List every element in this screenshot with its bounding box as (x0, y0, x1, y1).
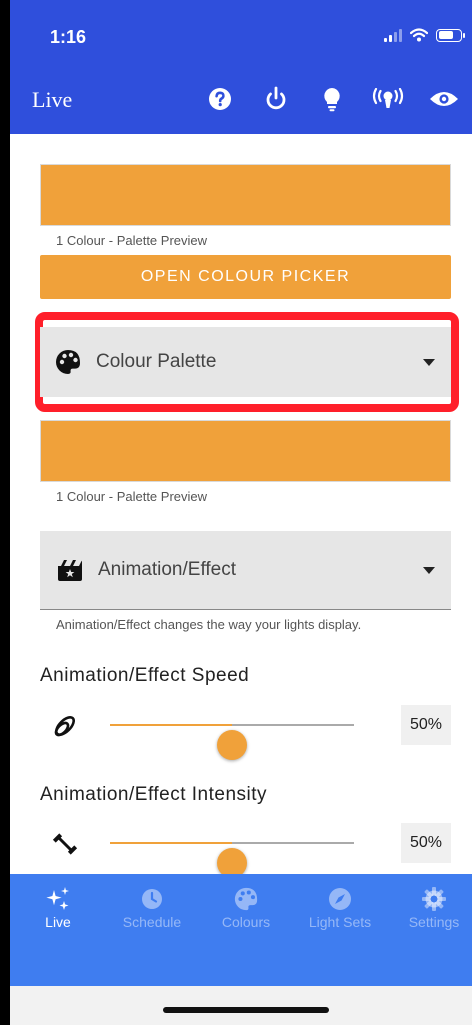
palette-preview (40, 164, 451, 226)
palette-icon (56, 350, 80, 374)
header-actions (192, 82, 472, 116)
status-time: 1:16 (50, 27, 87, 47)
power-icon (266, 86, 286, 110)
tab-light-sets[interactable]: Light Sets (295, 886, 385, 930)
speed-slider-fill (110, 724, 232, 726)
tab-label: Settings (408, 914, 460, 930)
dumbbell-icon (52, 833, 78, 855)
help-button[interactable] (192, 82, 248, 116)
app-header: 1:16 Live (10, 0, 472, 134)
intensity-slider-row: 50% (40, 821, 451, 874)
tab-live[interactable]: Live (13, 886, 103, 930)
animation-effect-select[interactable]: Animation/Effect (40, 531, 451, 610)
lightbulb-icon (324, 88, 340, 112)
palette-preview-caption-secondary: 1 Colour - Palette Preview (56, 489, 208, 504)
speed-slider[interactable] (110, 724, 354, 760)
tab-colours[interactable]: Colours (201, 886, 291, 930)
clapperboard-icon (58, 560, 82, 581)
bottom-tab-bar: Live Schedule Colours Light Sets Setting… (10, 874, 472, 986)
colour-palette-select[interactable]: Colour Palette (40, 327, 451, 397)
tab-label: Schedule (122, 914, 182, 930)
bottom-safe-area (10, 986, 472, 1025)
palette-preview-caption: 1 Colour - Palette Preview (56, 233, 208, 248)
gear-icon (422, 887, 446, 911)
speed-value[interactable]: 50% (401, 705, 451, 745)
intensity-slider-thumb[interactable] (217, 848, 247, 874)
animation-effect-label: Animation/Effect (98, 559, 237, 580)
power-button[interactable] (248, 82, 304, 116)
view-button[interactable] (416, 82, 472, 116)
page-title: Live (32, 87, 73, 112)
open-colour-picker-button[interactable]: OPEN COLOUR PICKER (40, 255, 451, 299)
chevron-down-icon (423, 358, 435, 366)
phone-screen: 1:16 Live 1 Colour - Palette Preview OPE… (0, 0, 472, 1025)
tab-label: Colours (221, 914, 271, 930)
tab-label: Live (45, 914, 71, 930)
speed-rings-icon (54, 716, 75, 737)
intensity-slider-fill (110, 842, 232, 844)
colour-palette-label: Colour Palette (96, 351, 217, 372)
live-content: 1 Colour - Palette Preview OPEN COLOUR P… (10, 134, 472, 874)
chevron-down-icon (423, 566, 435, 574)
tab-label: Light Sets (308, 914, 372, 930)
wifi-icon (410, 28, 428, 42)
intensity-title: Animation/Effect Intensity (40, 784, 268, 805)
speed-slider-thumb[interactable] (217, 730, 247, 760)
animation-effect-helper-text: Animation/Effect changes the way your li… (56, 617, 362, 632)
home-indicator[interactable] (163, 1007, 329, 1013)
eye-icon (430, 92, 458, 106)
battery-icon (436, 28, 465, 42)
signal-icon (384, 28, 402, 42)
status-icons (384, 28, 465, 42)
intensity-value[interactable]: 50% (401, 823, 451, 863)
sparkles-icon (46, 887, 69, 910)
help-icon (209, 88, 231, 110)
compass-icon (329, 888, 351, 910)
palette-preview-secondary (40, 420, 451, 482)
bulb-button[interactable] (304, 82, 360, 116)
broadcast-button[interactable] (360, 82, 416, 116)
palette-icon (234, 887, 258, 911)
broadcast-icon (372, 88, 404, 108)
speed-slider-row: 50% (40, 703, 451, 760)
clock-icon (142, 889, 162, 909)
tab-schedule[interactable]: Schedule (107, 886, 197, 930)
speed-title: Animation/Effect Speed (40, 665, 250, 686)
tab-settings[interactable]: Settings (389, 886, 472, 930)
intensity-slider[interactable] (110, 842, 354, 874)
